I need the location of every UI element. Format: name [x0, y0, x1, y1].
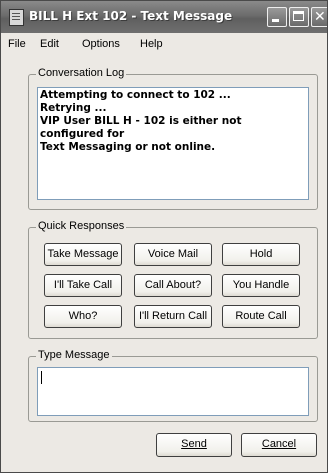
text-caret [41, 371, 42, 384]
message-input[interactable] [37, 367, 309, 416]
menu-options[interactable]: Options [82, 38, 120, 50]
menu-bar: File Edit Options Help [1, 33, 327, 55]
conversation-log-label: Conversation Log [36, 67, 127, 79]
log-line: VIP User BILL H - 102 is either not conf… [40, 115, 242, 140]
route-call-button[interactable]: Route Call [222, 305, 300, 328]
log-line: Attempting to connect to 102 ... [40, 89, 231, 101]
cancel-button-label: Cancel [261, 438, 297, 450]
call-about-button[interactable]: Call About? [134, 274, 212, 297]
menu-file[interactable]: File [8, 38, 26, 50]
type-message-group: Type Message [28, 349, 318, 422]
text-message-window: BILL H Ext 102 - Text Message File Edit … [0, 0, 328, 473]
cancel-button[interactable]: Cancel [241, 433, 317, 457]
send-button[interactable]: Send [156, 433, 232, 457]
who-button[interactable]: Who? [44, 305, 122, 328]
conversation-log-group: Conversation Log Attempting to connect t… [28, 67, 318, 210]
send-button-label: Send [181, 438, 207, 450]
app-icon [9, 9, 24, 26]
window-title: BILL H Ext 102 - Text Message [29, 9, 233, 23]
minimize-icon[interactable] [267, 7, 287, 27]
voice-mail-button[interactable]: Voice Mail [134, 243, 212, 266]
ill-return-call-button[interactable]: I'll Return Call [134, 305, 212, 328]
take-message-button[interactable]: Take Message [44, 243, 122, 266]
title-bar[interactable]: BILL H Ext 102 - Text Message [1, 1, 327, 33]
close-icon[interactable] [311, 7, 327, 27]
maximize-icon[interactable] [289, 7, 309, 27]
menu-edit[interactable]: Edit [40, 38, 59, 50]
quick-responses-label: Quick Responses [36, 220, 127, 232]
log-line: Retrying ... [40, 102, 107, 114]
type-message-label: Type Message [36, 349, 112, 361]
log-line: Text Messaging or not online. [40, 141, 216, 153]
menu-help[interactable]: Help [140, 38, 163, 50]
quick-responses-group: Quick Responses Take Message Voice Mail … [28, 220, 318, 339]
ill-take-call-button[interactable]: I'll Take Call [44, 274, 122, 297]
hold-button[interactable]: Hold [222, 243, 300, 266]
conversation-log[interactable]: Attempting to connect to 102 ... Retryin… [37, 87, 309, 200]
you-handle-button[interactable]: You Handle [222, 274, 300, 297]
